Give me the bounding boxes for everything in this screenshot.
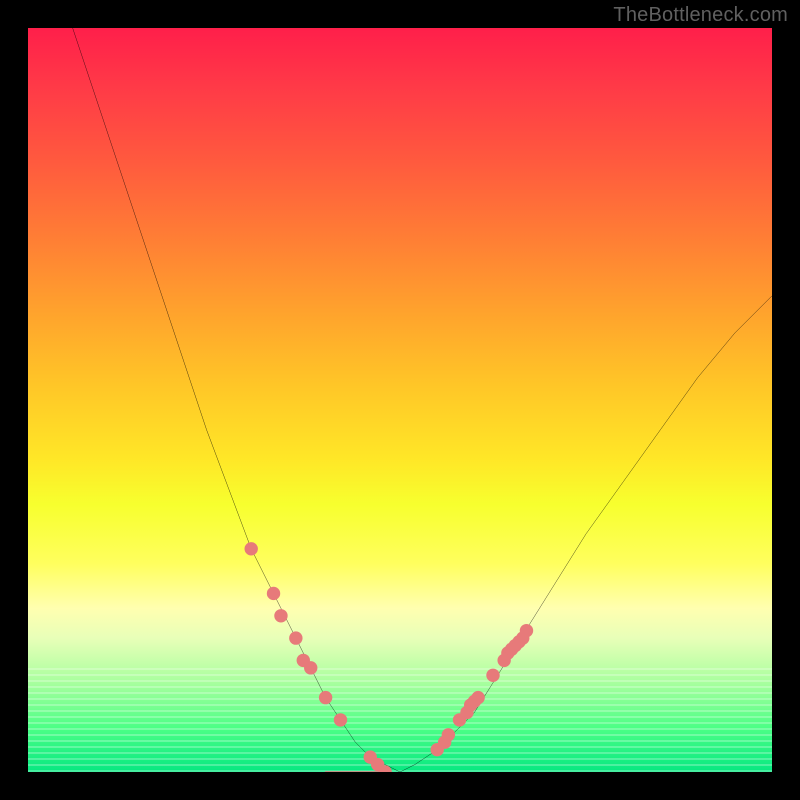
chart-frame: TheBottleneck.com	[0, 0, 800, 800]
chart-plot-area	[28, 28, 772, 772]
watermark-text: TheBottleneck.com	[613, 4, 788, 27]
